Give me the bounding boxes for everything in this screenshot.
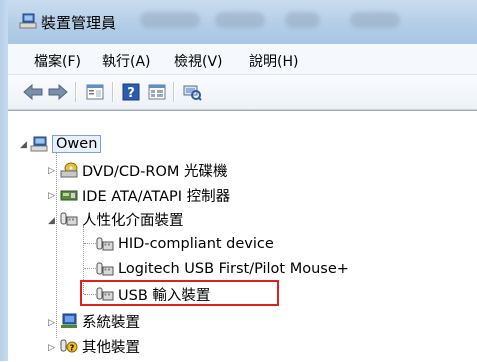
device-manager-window: 裝置管理員 檔案(F) 執行(A) 檢視(V) 說明(H) ? ◢ Owen ▷… (0, 0, 477, 362)
help-button[interactable]: ? (120, 81, 142, 103)
tree-device-logitech-mouse[interactable]: Logitech USB First/Pilot Mouse+ (96, 259, 349, 279)
device-manager-icon (19, 13, 37, 29)
expand-triangle-icon[interactable]: ▷ (48, 166, 55, 176)
tree-category-dvd[interactable]: DVD/CD-ROM 光碟機 (60, 160, 228, 180)
view-icon (148, 84, 166, 100)
forward-button[interactable] (47, 81, 69, 103)
tree-category-hid[interactable]: 人性化介面裝置 (60, 209, 184, 229)
unknown-device-icon: ? (60, 339, 78, 353)
scan-hardware-icon (183, 85, 202, 101)
tree-connector (56, 148, 57, 338)
system-device-icon (61, 313, 77, 328)
toolbar-separator (75, 82, 77, 102)
properties-icon (86, 84, 104, 100)
tree-connector (84, 268, 96, 269)
window-title: 裝置管理員 (41, 14, 117, 32)
toolbar: ? (8, 75, 477, 110)
view-button[interactable] (146, 81, 168, 103)
expand-triangle-icon[interactable]: ▷ (48, 318, 55, 328)
ide-controller-icon (60, 190, 78, 201)
red-highlight-box (80, 280, 279, 306)
back-arrow-icon (23, 84, 43, 100)
hid-device-icon (96, 262, 114, 276)
menu-file[interactable]: 檔案(F) (34, 51, 81, 71)
toolbar-separator (173, 82, 175, 102)
title-bar-blurred-background (215, 12, 265, 28)
toolbar-separator (112, 82, 114, 102)
tree-device-label: Logitech USB First/Pilot Mouse+ (118, 261, 349, 277)
help-icon: ? (122, 83, 140, 101)
properties-button[interactable] (84, 81, 106, 103)
title-bar-blurred-background (140, 12, 200, 28)
expand-triangle-icon[interactable]: ▷ (48, 343, 55, 353)
forward-arrow-icon (48, 84, 68, 100)
tree-category-system[interactable]: 系統裝置 (60, 311, 140, 331)
hid-device-icon (96, 237, 114, 251)
hid-device-icon (60, 212, 78, 226)
tree-category-label: DVD/CD-ROM 光碟機 (82, 163, 228, 180)
tree-category-ide[interactable]: IDE ATA/ATAPI 控制器 (60, 185, 230, 205)
back-button[interactable] (22, 81, 44, 103)
svg-text:?: ? (70, 344, 75, 353)
menu-help[interactable]: 說明(H) (249, 51, 298, 71)
expand-triangle-icon[interactable]: ▷ (48, 191, 55, 201)
tree-device-label: HID-compliant device (118, 236, 274, 252)
computer-icon (30, 136, 48, 152)
menu-bar: 檔案(F) 執行(A) 檢視(V) 說明(H) (8, 44, 477, 75)
collapse-triangle-icon[interactable]: ◢ (48, 216, 55, 226)
tree-category-label: 其他裝置 (82, 339, 140, 356)
tree-category-label: 人性化介面裝置 (82, 212, 184, 229)
tree-category-label: 系統裝置 (82, 314, 140, 331)
svg-text:?: ? (127, 86, 135, 101)
title-bar[interactable]: 裝置管理員 (0, 0, 477, 44)
scan-hardware-button[interactable] (181, 81, 203, 103)
collapse-triangle-icon[interactable]: ◢ (20, 140, 27, 150)
tree-device-hid-compliant[interactable]: HID-compliant device (96, 234, 274, 254)
menu-view[interactable]: 檢視(V) (174, 51, 223, 71)
tree-category-other[interactable]: ? 其他裝置 (60, 336, 140, 356)
menu-action[interactable]: 執行(A) (102, 51, 151, 71)
window-frame-left (0, 0, 8, 361)
tree-category-label: IDE ATA/ATAPI 控制器 (82, 188, 231, 205)
dvd-drive-icon (60, 162, 78, 178)
tree-root-label: Owen (52, 135, 102, 153)
tree-root-node[interactable]: Owen (30, 134, 102, 154)
tree-connector (84, 243, 96, 244)
title-bar-blurred-background (350, 12, 400, 28)
title-bar-blurred-background (285, 12, 320, 28)
